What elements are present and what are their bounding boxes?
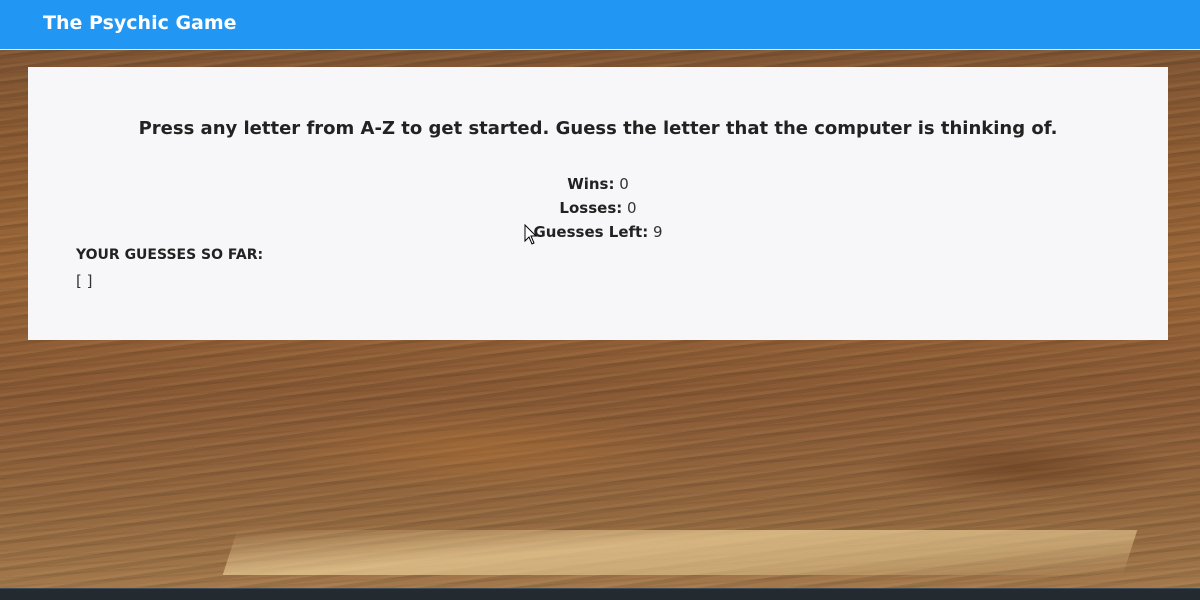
guesses-left-label: Guesses Left: — [533, 223, 649, 241]
instructions-text: Press any letter from A-Z to get started… — [138, 118, 1058, 139]
guesses-left-value: 9 — [653, 223, 663, 241]
guesses-left-stat: Guesses Left: 9 — [28, 223, 1168, 241]
background-texture-highlight — [222, 530, 1138, 575]
wins-stat: Wins: 0 — [28, 175, 1168, 193]
footer-bar — [0, 588, 1200, 600]
game-panel: Press any letter from A-Z to get started… — [28, 67, 1168, 340]
losses-stat: Losses: 0 — [28, 199, 1168, 217]
wins-value: 0 — [619, 175, 629, 193]
navbar-brand[interactable]: The Psychic Game — [43, 12, 237, 34]
guesses-so-far-list: [ ] — [76, 272, 93, 290]
losses-label: Losses: — [559, 199, 623, 217]
mouse-cursor-icon — [524, 224, 538, 245]
guesses-so-far-title: YOUR GUESSES SO FAR: — [76, 247, 264, 263]
losses-value: 0 — [627, 199, 637, 217]
wins-label: Wins: — [567, 175, 615, 193]
navbar: The Psychic Game — [0, 0, 1200, 50]
